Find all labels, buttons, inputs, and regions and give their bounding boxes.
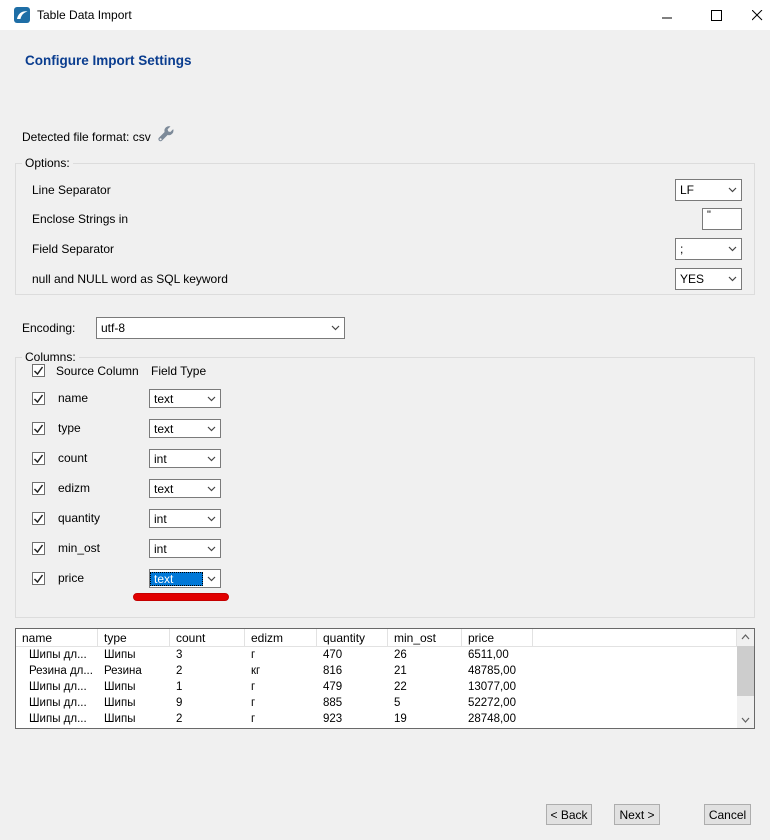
- field-separator-select[interactable]: ;: [675, 238, 742, 260]
- chevron-down-icon: [724, 276, 741, 282]
- close-icon: [752, 10, 763, 21]
- scroll-down-icon[interactable]: [737, 712, 754, 728]
- check-icon: [33, 483, 44, 494]
- chevron-down-icon: [203, 516, 220, 522]
- column-label: name: [58, 389, 88, 408]
- check-icon: [33, 543, 44, 554]
- chevron-down-icon: [724, 246, 741, 252]
- preview-header-cell[interactable]: min_ost: [388, 629, 462, 647]
- scrollbar-thumb[interactable]: [737, 646, 754, 696]
- column-label: quantity: [58, 509, 100, 528]
- preview-header-cell[interactable]: quantity: [317, 629, 388, 647]
- line-separator-label: Line Separator: [32, 179, 111, 201]
- column-label: price: [58, 569, 84, 588]
- minimize-icon: [662, 10, 673, 21]
- cancel-button[interactable]: Cancel: [704, 804, 751, 825]
- preview-header-row: name type count edizm quantity min_ost p…: [16, 629, 737, 647]
- close-button[interactable]: [740, 0, 770, 30]
- preview-header-cell[interactable]: name: [16, 629, 98, 647]
- field-type-select-count[interactable]: int: [149, 449, 221, 468]
- chevron-down-icon: [203, 396, 220, 402]
- page-title: Configure Import Settings: [25, 53, 192, 68]
- check-icon: [33, 393, 44, 404]
- check-icon: [33, 423, 44, 434]
- field-type-select-type[interactable]: text: [149, 419, 221, 438]
- preview-table-body: name type count edizm quantity min_ost p…: [16, 629, 737, 728]
- column-label: min_ost: [58, 539, 100, 558]
- options-groupbox: Options: Line Separator LF Enclose Strin…: [15, 163, 755, 295]
- check-icon: [33, 365, 44, 376]
- enclose-strings-input[interactable]: ": [702, 208, 742, 230]
- column-checkbox-count[interactable]: [32, 452, 45, 465]
- field-type-select-price[interactable]: text: [149, 569, 221, 588]
- minimize-button[interactable]: [650, 0, 684, 30]
- field-separator-label: Field Separator: [32, 238, 114, 260]
- encoding-label: Encoding:: [22, 317, 75, 339]
- field-type-select-min-ost[interactable]: int: [149, 539, 221, 558]
- preview-table: name type count edizm quantity min_ost p…: [15, 628, 755, 729]
- column-label: edizm: [58, 479, 90, 498]
- chevron-down-icon: [203, 426, 220, 432]
- enclose-strings-label: Enclose Strings in: [32, 208, 128, 230]
- table-row[interactable]: Шипы дл... Шипы 9 г 885 5 52272,00: [16, 695, 737, 711]
- column-checkbox-price[interactable]: [32, 572, 45, 585]
- chevron-down-icon: [203, 456, 220, 462]
- preview-header-filler: [533, 629, 737, 647]
- columns-groupbox: Columns: Source Column Field Type name t…: [15, 357, 755, 618]
- select-all-checkbox[interactable]: [32, 364, 45, 377]
- field-type-select-name[interactable]: text: [149, 389, 221, 408]
- table-row[interactable]: Шипы дл... Шипы 2 г 923 19 28748,00: [16, 711, 737, 727]
- table-row[interactable]: Шипы дл... Шипы 1 г 479 22 13077,00: [16, 679, 737, 695]
- table-row[interactable]: Резина дл... Резина 2 кг 816 21 48785,00: [16, 663, 737, 679]
- chevron-down-icon: [327, 325, 344, 331]
- columns-legend: Columns:: [22, 350, 79, 364]
- column-label: type: [58, 419, 81, 438]
- preview-header-cell[interactable]: price: [462, 629, 533, 647]
- maximize-button[interactable]: [699, 0, 733, 30]
- title-bar: Table Data Import: [0, 0, 770, 30]
- encoding-select[interactable]: utf-8: [96, 317, 345, 339]
- source-column-header: Source Column: [56, 365, 139, 378]
- field-type-select-edizm[interactable]: text: [149, 479, 221, 498]
- vertical-scrollbar[interactable]: [737, 629, 754, 728]
- column-checkbox-type[interactable]: [32, 422, 45, 435]
- line-separator-select[interactable]: LF: [675, 179, 742, 201]
- chevron-down-icon: [203, 486, 220, 492]
- options-legend: Options:: [22, 156, 73, 170]
- back-button[interactable]: < Back: [546, 804, 592, 825]
- next-button[interactable]: Next >: [614, 804, 660, 825]
- preview-header-cell[interactable]: count: [170, 629, 245, 647]
- check-icon: [33, 453, 44, 464]
- check-icon: [33, 513, 44, 524]
- null-keyword-select[interactable]: YES: [675, 268, 742, 290]
- column-checkbox-edizm[interactable]: [32, 482, 45, 495]
- column-checkbox-quantity[interactable]: [32, 512, 45, 525]
- column-label: count: [58, 449, 87, 468]
- preview-header-cell[interactable]: edizm: [245, 629, 317, 647]
- null-keyword-label: null and NULL word as SQL keyword: [32, 268, 228, 290]
- field-type-header: Field Type: [151, 365, 206, 378]
- chevron-down-icon: [724, 187, 741, 193]
- table-row[interactable]: Шипы дл... Шипы 3 г 470 26 6511,00: [16, 647, 737, 663]
- maximize-icon: [711, 10, 722, 21]
- chevron-down-icon: [203, 546, 220, 552]
- column-checkbox-name[interactable]: [32, 392, 45, 405]
- mysql-workbench-icon: [14, 7, 30, 23]
- chevron-down-icon: [203, 576, 220, 582]
- detected-format-label: Detected file format: csv: [22, 130, 151, 144]
- wrench-icon[interactable]: [156, 126, 176, 146]
- scroll-up-icon[interactable]: [737, 629, 754, 645]
- preview-header-cell[interactable]: type: [98, 629, 170, 647]
- annotation-underline: [133, 593, 229, 601]
- window-title: Table Data Import: [37, 0, 132, 30]
- check-icon: [33, 573, 44, 584]
- column-checkbox-min-ost[interactable]: [32, 542, 45, 555]
- field-type-select-quantity[interactable]: int: [149, 509, 221, 528]
